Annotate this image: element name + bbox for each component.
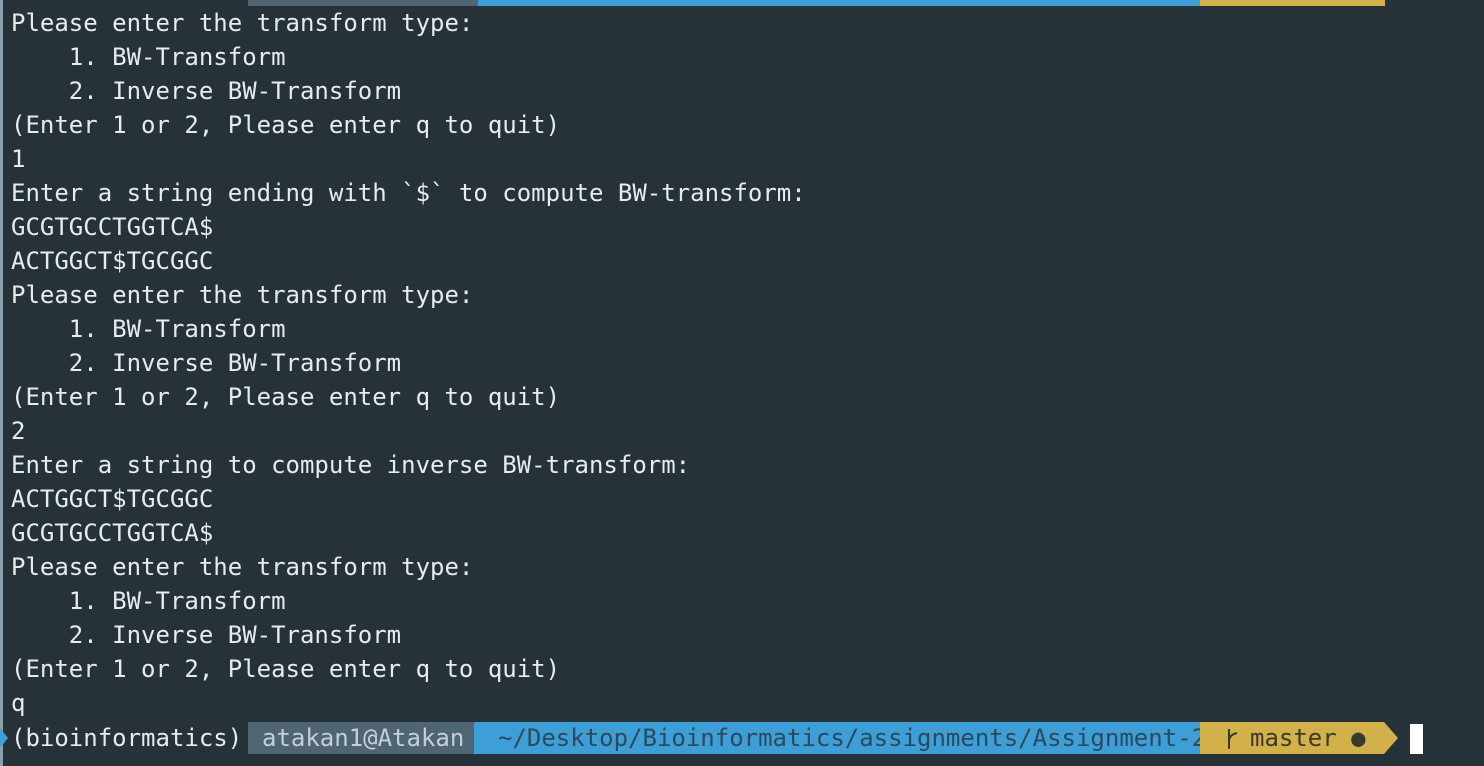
previous-git-segment xyxy=(1200,0,1385,6)
output-line: GCGTGCCTGGTCA$ xyxy=(11,213,214,241)
terminal-output: Please enter the transform type: 1. BW-T… xyxy=(11,6,806,720)
git-branch-name: master xyxy=(1250,724,1337,752)
output-line: ACTGGCT$TGCGGC xyxy=(11,247,214,275)
output-line: GCGTGCCTGGTCA$ xyxy=(11,519,214,547)
git-segment: master ● xyxy=(1200,722,1384,754)
output-line: 1. BW-Transform xyxy=(11,315,286,343)
conda-env-label: (bioinformatics) xyxy=(11,724,243,752)
output-line: Enter a string to compute inverse BW-tra… xyxy=(11,451,691,479)
shell-prompt[interactable]: (bioinformatics) atakan1@Atakan ~/Deskto… xyxy=(0,720,1484,756)
output-line: 1 xyxy=(11,145,26,173)
output-line: (Enter 1 or 2, Please enter q to quit) xyxy=(11,655,561,683)
terminal-window[interactable]: Please enter the transform type: 1. BW-T… xyxy=(0,0,1484,766)
user-host-segment: atakan1@Atakan xyxy=(248,722,474,754)
output-line: Please enter the transform type: xyxy=(11,553,474,581)
output-line: (Enter 1 or 2, Please enter q to quit) xyxy=(11,111,561,139)
output-line: ACTGGCT$TGCGGC xyxy=(11,485,214,513)
git-branch-icon xyxy=(1226,727,1240,751)
output-line: 2. Inverse BW-Transform xyxy=(11,77,402,105)
output-line: Please enter the transform type: xyxy=(11,9,474,37)
git-segment-separator xyxy=(1384,722,1398,754)
terminal-cursor xyxy=(1410,724,1423,754)
output-line: 1. BW-Transform xyxy=(11,43,286,71)
output-line: 2. Inverse BW-Transform xyxy=(11,621,402,649)
output-line: Enter a string ending with `$` to comput… xyxy=(11,179,806,207)
prompt-arrow-icon xyxy=(0,728,8,748)
git-dirty-marker: ● xyxy=(1351,724,1366,752)
path-segment: ~/Desktop/Bioinformatics/assignments/Ass… xyxy=(474,722,1206,754)
output-line: 2. Inverse BW-Transform xyxy=(11,349,402,377)
output-line: 2 xyxy=(11,417,26,445)
output-line: Please enter the transform type: xyxy=(11,281,474,309)
window-left-edge xyxy=(0,0,3,766)
output-line: 1. BW-Transform xyxy=(11,587,286,615)
output-line: q xyxy=(11,689,26,717)
output-line: (Enter 1 or 2, Please enter q to quit) xyxy=(11,383,561,411)
